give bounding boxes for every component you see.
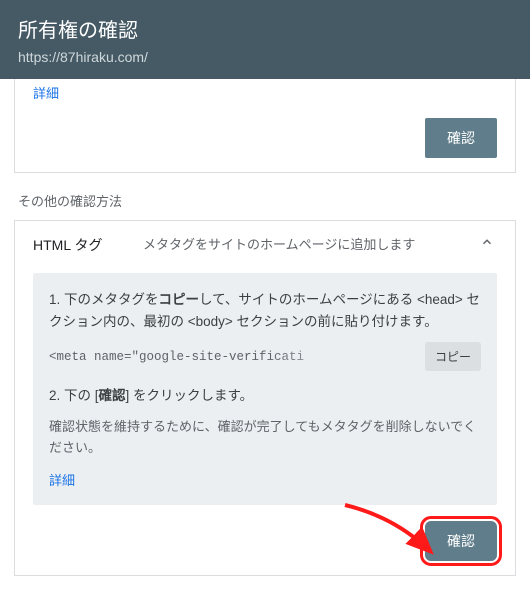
details-link-2[interactable]: 詳細 <box>49 473 75 488</box>
instruction-box: 1. 下のメタタグをコピーして、サイトのホームページにある <head> セクシ… <box>33 273 497 505</box>
meta-code-text[interactable]: <meta name="google-site-verificati <box>49 350 417 364</box>
meta-keep-note: 確認状態を維持するために、確認が完了してもメタタグを削除しないでください。 <box>49 417 481 459</box>
step-1: 1. 下のメタタグをコピーして、サイトのホームページにある <head> セクシ… <box>49 289 481 332</box>
page-title: 所有権の確認 <box>18 14 512 43</box>
copy-button[interactable]: コピー <box>425 342 481 371</box>
verification-card-truncated: 詳細 確認 <box>14 79 516 173</box>
html-tag-expander[interactable]: HTML タグ メタタグをサイトのホームページに追加します <box>33 235 497 255</box>
html-tag-title: HTML タグ <box>33 235 123 255</box>
other-methods-label: その他の確認方法 <box>18 191 512 210</box>
confirm-button[interactable]: 確認 <box>425 118 497 158</box>
html-tag-card: HTML タグ メタタグをサイトのホームページに追加します 1. 下のメタタグを… <box>14 220 516 576</box>
confirm-button-primary[interactable]: 確認 <box>425 521 497 561</box>
page-header: 所有権の確認 https://87hiraku.com/ <box>0 0 530 79</box>
html-tag-desc: メタタグをサイトのホームページに追加します <box>143 235 457 255</box>
meta-code-row: <meta name="google-site-verificati コピー <box>49 342 481 371</box>
step-2: 2. 下の [確認] をクリックします。 <box>49 385 481 407</box>
page-url: https://87hiraku.com/ <box>18 49 512 65</box>
details-link[interactable]: 詳細 <box>33 86 59 101</box>
chevron-up-icon <box>477 235 497 252</box>
